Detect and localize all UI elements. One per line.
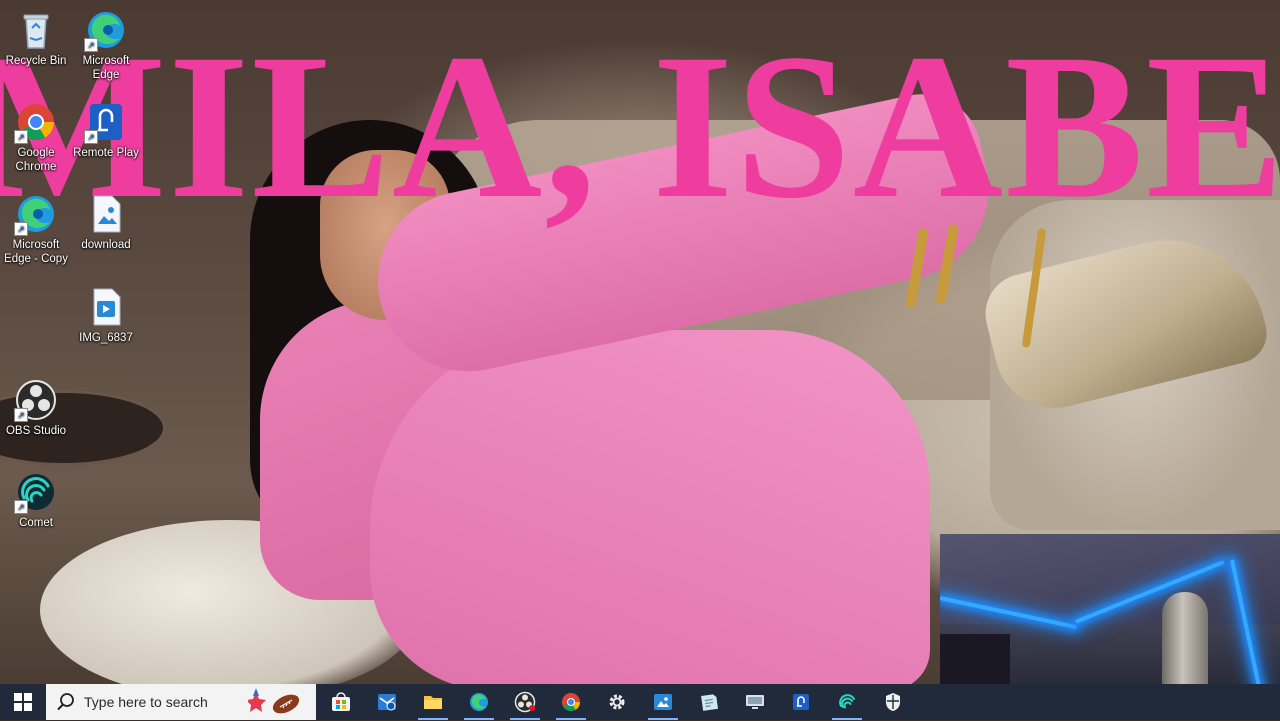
desktop-icon-label: Google Chrome bbox=[15, 147, 57, 173]
taskbar-app-photos[interactable] bbox=[640, 684, 686, 720]
edge-icon bbox=[470, 693, 488, 711]
desktop-icon-download[interactable]: download bbox=[70, 192, 142, 252]
chrome-icon bbox=[562, 693, 580, 712]
remote-play-icon: ↗ bbox=[84, 100, 128, 144]
windows-logo-icon bbox=[14, 693, 32, 711]
gear-icon bbox=[609, 694, 625, 710]
note-icon bbox=[701, 694, 719, 711]
shield-icon bbox=[886, 693, 900, 711]
image-file-icon bbox=[84, 192, 128, 236]
desktop-icon-label: IMG_6837 bbox=[79, 332, 133, 344]
search-icon bbox=[56, 692, 76, 712]
desktop-icon-label: Microsoft Edge - Copy bbox=[4, 239, 68, 265]
desktop-icon-label: Microsoft Edge bbox=[82, 55, 130, 81]
taskbar-app-comet[interactable] bbox=[824, 684, 870, 720]
shortcut-arrow-icon: ↗ bbox=[14, 222, 28, 236]
obs-icon bbox=[514, 691, 536, 713]
desktop-icon-img-6837[interactable]: IMG_6837 bbox=[70, 285, 142, 345]
desktop-icon-comet[interactable]: ↗ Comet bbox=[0, 470, 72, 530]
desktop-icon-microsoft-edge-copy[interactable]: ↗ Microsoft Edge - Copy bbox=[0, 192, 72, 266]
taskbar-app-notes[interactable] bbox=[686, 684, 732, 720]
wallpaper-title-text: MILA, ISABEL bbox=[0, 11, 1280, 241]
taskbar-app-remote-desktop[interactable] bbox=[732, 684, 778, 720]
desktop-icon-google-chrome[interactable]: ↗ Google Chrome bbox=[0, 100, 72, 174]
shortcut-arrow-icon: ↗ bbox=[14, 130, 28, 144]
taskbar-app-store[interactable] bbox=[318, 684, 364, 720]
taskbar-app-outlook[interactable] bbox=[364, 684, 410, 720]
obs-icon: ↗ bbox=[14, 378, 58, 422]
recycle-bin-icon bbox=[14, 8, 58, 52]
taskbar-app-security[interactable] bbox=[870, 684, 916, 720]
comet-icon: ↗ bbox=[14, 470, 58, 514]
taskbar-app-obs[interactable] bbox=[502, 684, 548, 720]
start-button[interactable] bbox=[0, 684, 46, 720]
comet-icon bbox=[839, 694, 855, 709]
desktop-icon-microsoft-edge[interactable]: ↗ Microsoft Edge bbox=[70, 8, 142, 82]
desktop-icon-recycle-bin[interactable]: Recycle Bin bbox=[0, 8, 72, 68]
taskbar-search-box[interactable] bbox=[46, 684, 316, 720]
desktop-icon-obs-studio[interactable]: ↗ OBS Studio bbox=[0, 378, 72, 438]
shortcut-arrow-icon: ↗ bbox=[14, 500, 28, 514]
desktop-icon-label: download bbox=[81, 239, 131, 251]
shortcut-arrow-icon: ↗ bbox=[14, 408, 28, 422]
chrome-icon: ↗ bbox=[14, 100, 58, 144]
desktop-icon-label: Remote Play bbox=[73, 147, 139, 159]
taskbar-app-remote-play[interactable] bbox=[778, 684, 824, 720]
pink-outfit-leg-lower bbox=[370, 330, 930, 684]
edge-icon: ↗ bbox=[84, 8, 128, 52]
taskbar bbox=[0, 684, 1280, 720]
shortcut-arrow-icon: ↗ bbox=[84, 130, 98, 144]
desktop-icon-label: OBS Studio bbox=[5, 425, 67, 437]
monitor-icon bbox=[746, 695, 764, 709]
shortcut-arrow-icon: ↗ bbox=[84, 38, 98, 52]
mail-icon bbox=[378, 694, 396, 711]
search-highlight-football-icon bbox=[246, 688, 308, 716]
desktop-icon-remote-play[interactable]: ↗ Remote Play bbox=[70, 100, 142, 160]
taskbar-app-file-explorer[interactable] bbox=[410, 684, 456, 720]
desktop-icon-label: Recycle Bin bbox=[5, 55, 67, 67]
remote-play-icon bbox=[793, 694, 809, 710]
video-file-icon bbox=[84, 285, 128, 329]
image-icon bbox=[654, 694, 672, 710]
taskbar-app-chrome[interactable] bbox=[548, 684, 594, 720]
desktop-icon-label: Comet bbox=[19, 517, 53, 529]
taskbar-app-settings[interactable] bbox=[594, 684, 640, 720]
edge-icon: ↗ bbox=[14, 192, 58, 236]
folder-icon bbox=[424, 696, 442, 709]
search-input[interactable] bbox=[84, 694, 234, 710]
taskbar-app-edge[interactable] bbox=[456, 684, 502, 720]
store-icon bbox=[332, 692, 350, 711]
